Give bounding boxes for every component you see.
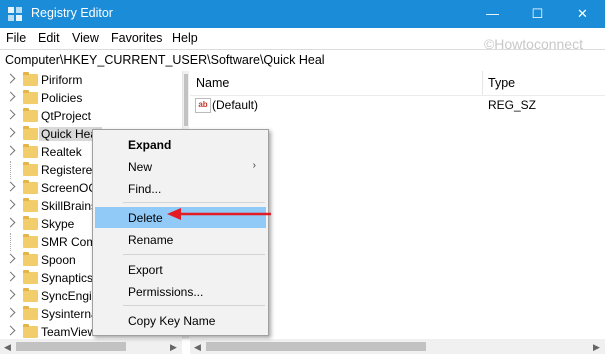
menu-favorites[interactable]: Favorites xyxy=(111,31,162,45)
chevron-right-icon[interactable] xyxy=(5,91,16,102)
folder-icon xyxy=(23,180,38,194)
chevron-right-icon[interactable] xyxy=(5,73,16,84)
menu-edit[interactable]: Edit xyxy=(38,31,60,45)
menu-item-permissions[interactable]: Permissions... xyxy=(95,281,266,302)
scroll-right-icon[interactable]: ▶ xyxy=(170,342,177,353)
folder-icon xyxy=(23,270,38,284)
chevron-right-icon[interactable] xyxy=(5,199,16,210)
folder-icon xyxy=(23,162,38,176)
tree-item-label: Sysinterna xyxy=(41,307,98,321)
menu-item-find[interactable]: Find... xyxy=(95,178,266,199)
tree-horizontal-scrollbar[interactable]: ◀ ▶ xyxy=(0,339,182,354)
menu-item-label: Expand xyxy=(128,138,172,152)
folder-icon xyxy=(23,288,38,302)
chevron-right-icon[interactable] xyxy=(5,181,16,192)
tree-item-label: Synaptics xyxy=(41,271,94,285)
tree-item-label: Policies xyxy=(41,91,83,105)
chevron-right-icon[interactable] xyxy=(5,217,16,228)
tree-item[interactable]: QtProject xyxy=(0,107,182,125)
tree-item-label: Registered xyxy=(41,163,100,177)
tree-item-label: ScreenOC xyxy=(41,181,98,195)
menu-file[interactable]: File xyxy=(6,31,26,45)
window-title: Registry Editor xyxy=(31,6,113,20)
value-type: REG_SZ xyxy=(488,98,537,112)
folder-icon xyxy=(23,144,38,158)
chevron-right-icon[interactable] xyxy=(5,271,16,282)
chevron-right-icon[interactable] xyxy=(5,307,16,318)
menu-item-expand[interactable]: Expand xyxy=(95,134,266,155)
column-header-type[interactable]: Type xyxy=(488,71,515,95)
menu-separator xyxy=(123,202,265,203)
menu-item-label: Delete xyxy=(128,211,163,225)
folder-icon xyxy=(23,324,38,338)
folder-icon xyxy=(23,234,38,248)
annotation-arrow-icon xyxy=(167,208,271,220)
header-divider xyxy=(190,95,605,96)
tree-item-label: Spoon xyxy=(41,253,76,267)
tree-item-label: SyncEngin xyxy=(41,289,99,303)
scroll-left-icon[interactable]: ◀ xyxy=(4,342,11,353)
folder-icon xyxy=(23,306,38,320)
tree-scroll-thumb[interactable] xyxy=(184,74,188,126)
tree-item-label: Piriform xyxy=(41,73,83,87)
address-bar[interactable]: Computer\HKEY_CURRENT_USER\Software\Quic… xyxy=(0,49,605,72)
registry-editor-icon xyxy=(8,7,22,21)
chevron-right-icon[interactable] xyxy=(5,325,16,336)
submenu-arrow-icon: › xyxy=(252,160,256,171)
values-hscroll-thumb[interactable] xyxy=(206,342,426,351)
menu-item-label: New xyxy=(128,160,153,174)
menu-separator xyxy=(123,254,265,255)
menu-item-label: Permissions... xyxy=(128,285,204,299)
menu-item-rename[interactable]: Rename xyxy=(95,229,266,250)
tree-item-label: SMR Com xyxy=(41,235,97,249)
chevron-right-icon[interactable] xyxy=(5,127,16,138)
column-divider[interactable] xyxy=(482,71,483,95)
tree-connector xyxy=(10,161,19,179)
menu-item-label: Export xyxy=(128,263,163,277)
tree-item-label: Realtek xyxy=(41,145,82,159)
folder-icon xyxy=(23,72,38,86)
menu-separator xyxy=(123,305,265,306)
folder-icon xyxy=(23,252,38,266)
tree-item-label: SkillBrains xyxy=(41,199,98,213)
menu-item-label: Rename xyxy=(128,233,174,247)
tree-connector xyxy=(10,233,19,251)
close-button[interactable]: ✕ xyxy=(560,0,605,28)
value-name[interactable]: (Default) xyxy=(212,98,258,112)
menu-item-export[interactable]: Export xyxy=(95,259,266,280)
folder-icon xyxy=(23,90,38,104)
title-bar: Registry Editor — ☐ ✕ xyxy=(0,0,605,28)
context-menu: Expand New › Find... Delete Rename Export… xyxy=(92,129,269,336)
menu-item-label: Copy Key Name xyxy=(128,314,216,328)
tree-item-label: QtProject xyxy=(41,109,92,123)
folder-icon xyxy=(23,108,38,122)
address-path: Computer\HKEY_CURRENT_USER\Software\Quic… xyxy=(5,53,325,67)
scroll-left-icon[interactable]: ◀ xyxy=(194,342,201,353)
chevron-right-icon[interactable] xyxy=(5,109,16,120)
tree-item-label: Skype xyxy=(41,217,75,231)
folder-icon xyxy=(23,198,38,212)
chevron-right-icon[interactable] xyxy=(5,253,16,264)
string-value-icon: ab xyxy=(195,98,211,113)
chevron-right-icon[interactable] xyxy=(5,289,16,300)
folder-icon xyxy=(23,126,38,140)
menu-item-copy-key-name[interactable]: Copy Key Name xyxy=(95,310,266,331)
maximize-button[interactable]: ☐ xyxy=(515,0,560,28)
minimize-button[interactable]: — xyxy=(470,0,515,28)
tree-item[interactable]: Piriform xyxy=(0,71,182,89)
tree-item[interactable]: Policies xyxy=(0,89,182,107)
values-horizontal-scrollbar[interactable]: ◀ ▶ xyxy=(190,339,605,354)
menu-help[interactable]: Help xyxy=(172,31,198,45)
menu-item-new[interactable]: New › xyxy=(95,156,266,177)
folder-icon xyxy=(23,216,38,230)
menu-view[interactable]: View xyxy=(72,31,99,45)
chevron-right-icon[interactable] xyxy=(5,145,16,156)
tree-hscroll-thumb[interactable] xyxy=(16,342,126,351)
column-header-name[interactable]: Name xyxy=(196,71,229,95)
scroll-right-icon[interactable]: ▶ xyxy=(593,342,600,353)
menu-item-label: Find... xyxy=(128,182,162,196)
